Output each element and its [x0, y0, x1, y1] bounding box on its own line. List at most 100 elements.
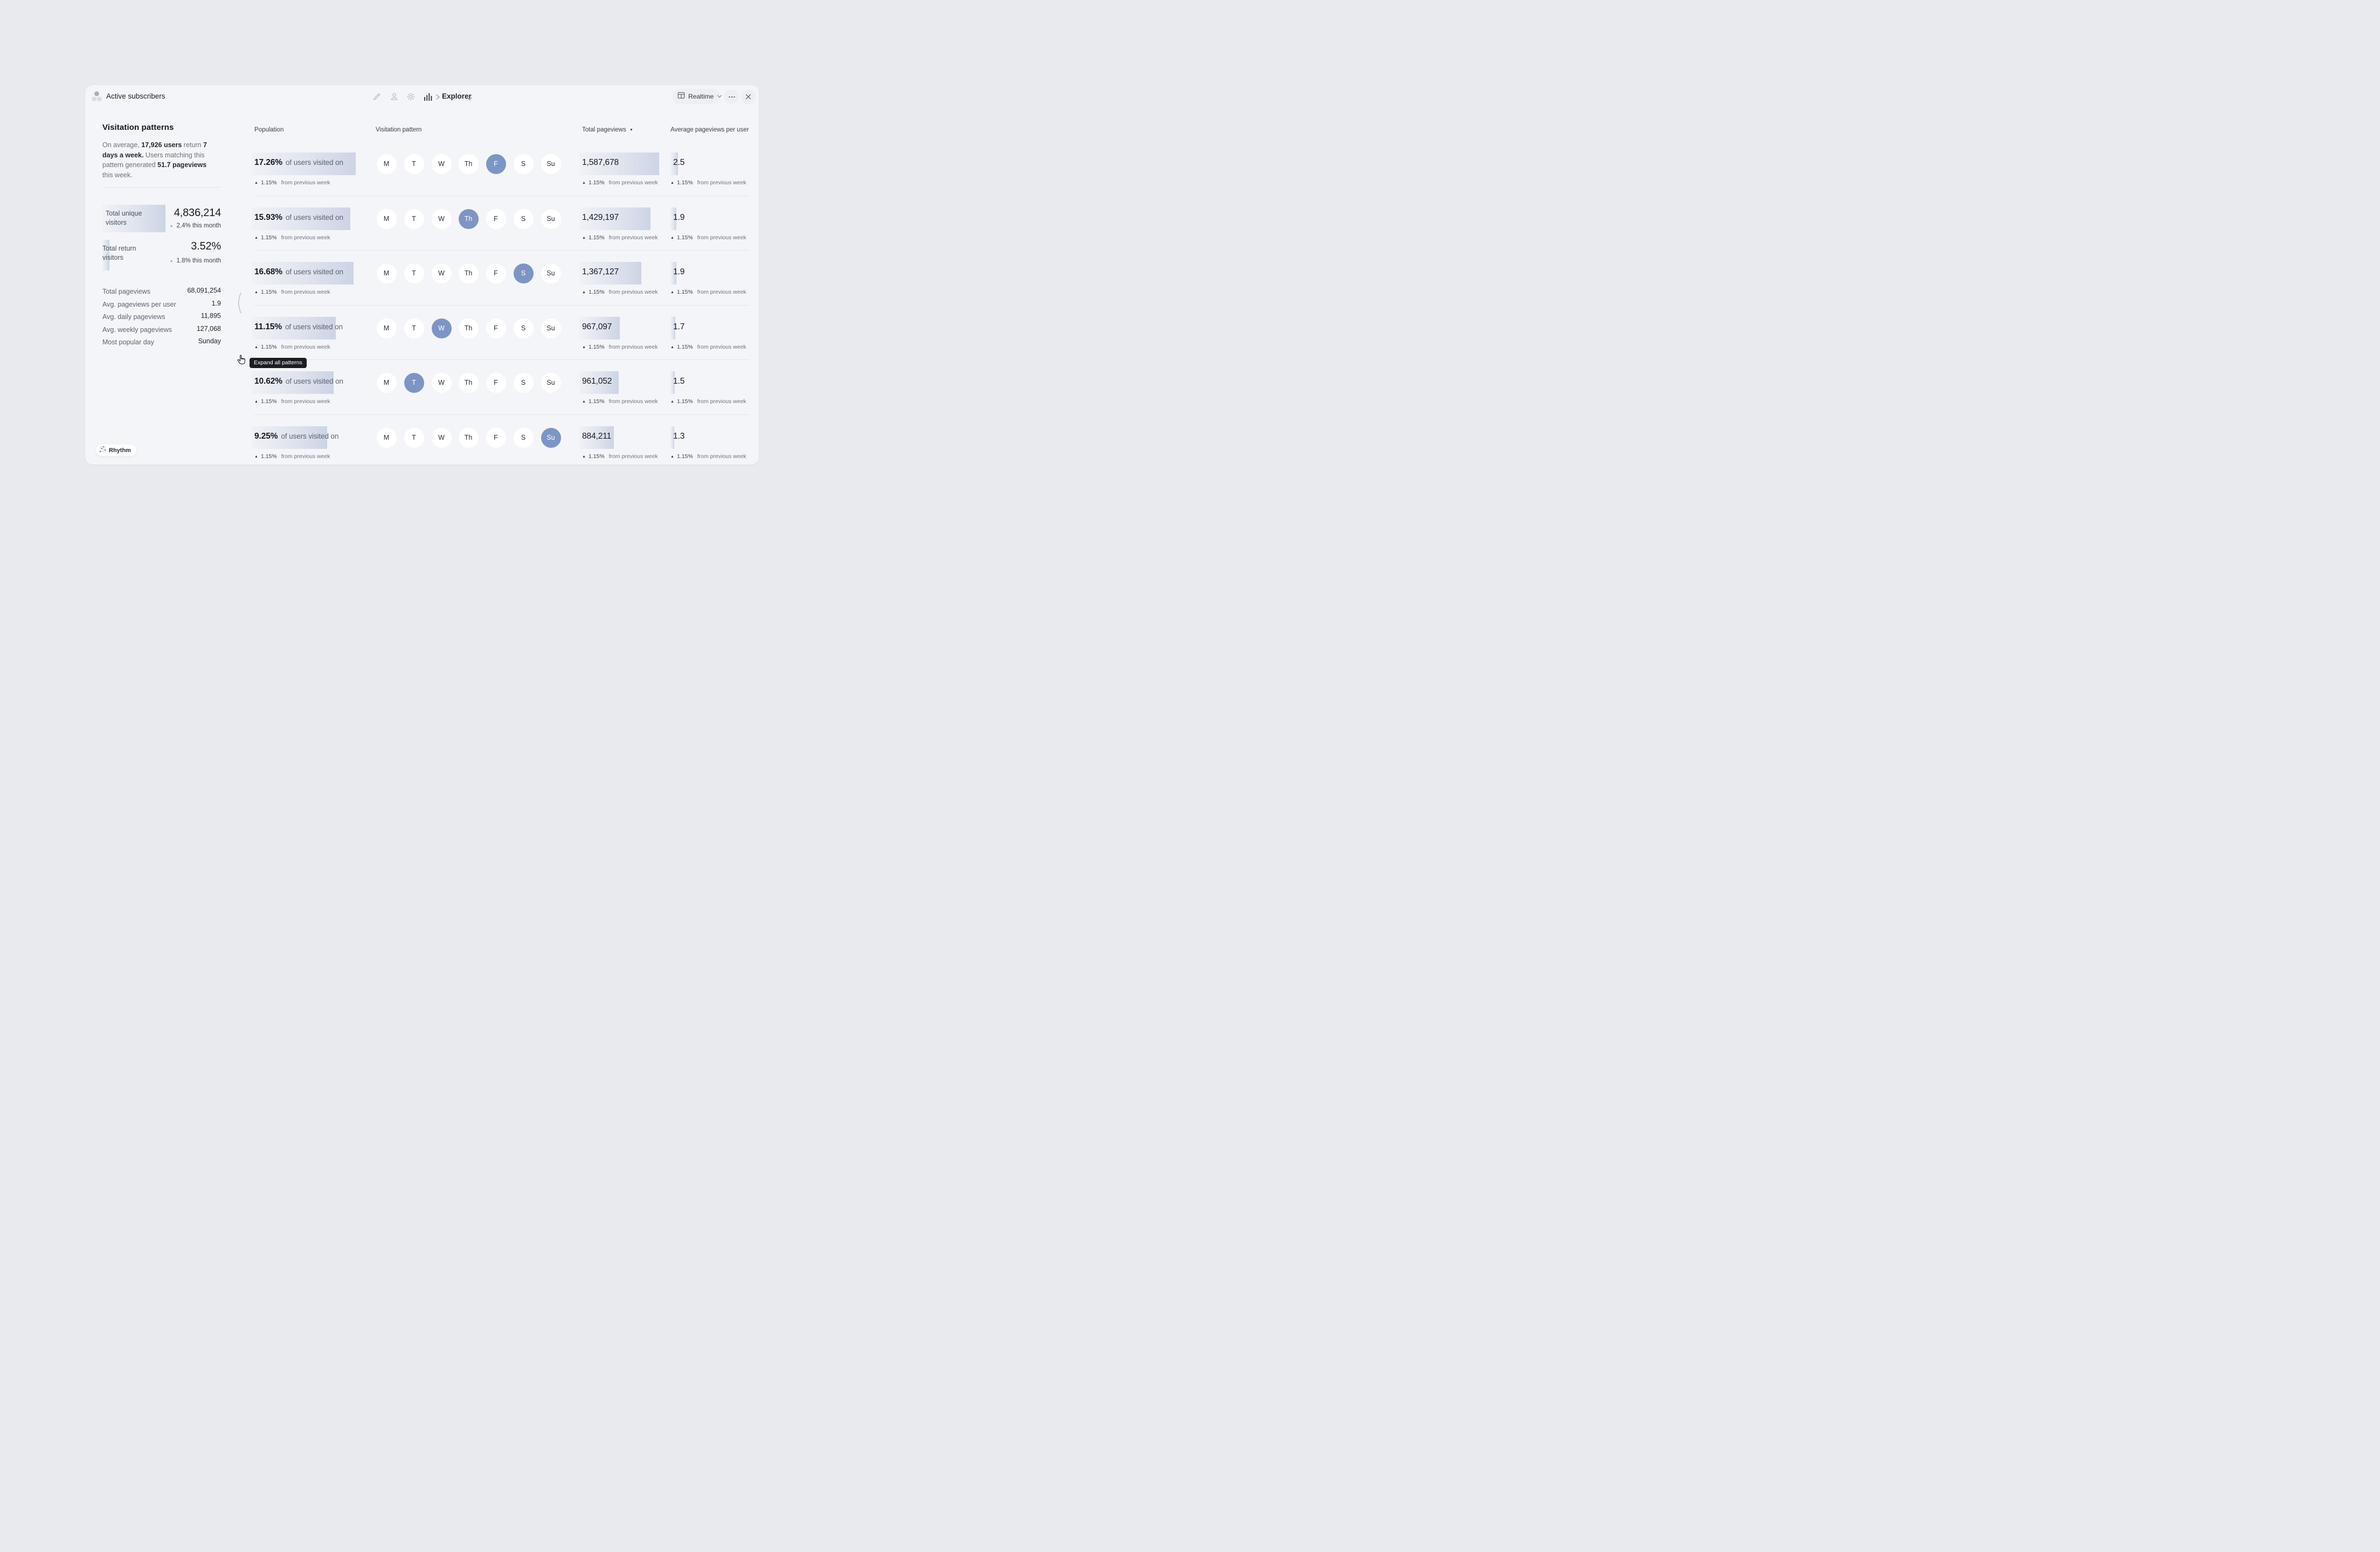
stat-list-item: Most popular daySunday — [102, 337, 221, 347]
day-circle-t[interactable]: T — [404, 318, 424, 338]
day-circle-s[interactable]: S — [514, 264, 534, 283]
day-circle-f[interactable]: F — [486, 318, 506, 338]
delta-line: ▲1.15% from previous week — [582, 289, 658, 295]
tooltip: Expand all patterns — [250, 358, 307, 368]
avg-pageviews-value: 1.5 — [673, 377, 684, 386]
stat-value: 3.52% — [191, 240, 221, 253]
ellipsis-icon — [728, 93, 736, 101]
population-suffix: of users visited on — [286, 377, 343, 385]
day-circle-su[interactable]: Su — [541, 428, 561, 448]
three-dots-cluster-logo — [92, 91, 102, 105]
day-circle-m[interactable]: M — [377, 154, 397, 174]
day-circle-w[interactable]: W — [432, 373, 452, 393]
hand-pointer-icon — [237, 355, 246, 368]
stat-list-label: Avg. daily pageviews — [102, 313, 165, 321]
day-circle-su[interactable]: Su — [541, 264, 561, 283]
gear-icon[interactable] — [406, 92, 416, 101]
day-circle-su[interactable]: Su — [541, 373, 561, 393]
day-circle-t[interactable]: T — [404, 154, 424, 174]
brand-badge[interactable]: Rhythm — [96, 445, 136, 456]
stat-list-label: Most popular day — [102, 338, 154, 346]
pageviews-value: 1,367,127 — [582, 267, 619, 277]
day-circle-s[interactable]: S — [514, 428, 534, 448]
day-circle-w[interactable]: W — [432, 209, 452, 229]
day-circle-f[interactable]: F — [486, 264, 506, 283]
day-circle-t[interactable]: T — [404, 264, 424, 283]
pencil-icon[interactable] — [372, 92, 382, 101]
chevron-down-icon[interactable] — [467, 94, 473, 104]
stat-list-item: Total pageviews 68,091,254 — [102, 287, 221, 296]
day-circle-f[interactable]: F — [486, 373, 506, 393]
stat-list-label: Total pageviews — [102, 288, 150, 295]
more-button[interactable] — [724, 89, 739, 104]
population-suffix: of users visited on — [286, 213, 343, 221]
population-value: 16.68%of users visited on — [254, 267, 343, 277]
stat-list-item: Avg. pageviews per user1.9 — [102, 300, 221, 309]
day-circle-m[interactable]: M — [377, 209, 397, 229]
day-circle-th[interactable]: Th — [459, 209, 479, 229]
pageviews-value: 967,097 — [582, 322, 612, 332]
day-circle-th[interactable]: Th — [459, 373, 479, 393]
day-circle-th[interactable]: Th — [459, 318, 479, 338]
day-circle-w[interactable]: W — [432, 264, 452, 283]
table-icon — [677, 92, 685, 102]
up-triangle-icon: ▲ — [254, 181, 258, 185]
day-circle-th[interactable]: Th — [459, 428, 479, 448]
stat-list-item: Avg. weekly pageviews127,068 — [102, 325, 221, 334]
day-circle-m[interactable]: M — [377, 264, 397, 283]
user-icon[interactable] — [390, 92, 399, 101]
day-circle-t[interactable]: T — [404, 209, 424, 229]
day-circle-s[interactable]: S — [514, 154, 534, 174]
row-divider — [254, 414, 749, 415]
population-value: 9.25%of users visited on — [254, 432, 338, 441]
avg-pageviews-value: 2.5 — [673, 158, 684, 168]
chevron-down-icon — [717, 92, 722, 101]
day-circle-m[interactable]: M — [377, 318, 397, 338]
day-circle-t[interactable]: T — [404, 373, 424, 393]
delta-line: ▲1.15% from previous week — [670, 398, 746, 405]
day-circle-f[interactable]: F — [486, 209, 506, 229]
day-circle-s[interactable]: S — [514, 318, 534, 338]
up-triangle-icon: ▲ — [254, 236, 258, 240]
sort-desc-triangle-icon: ▼ — [629, 128, 633, 132]
stat-label: Total unique visitors — [106, 209, 152, 227]
day-circle-su[interactable]: Su — [541, 154, 561, 174]
day-circle-th[interactable]: Th — [459, 154, 479, 174]
up-triangle-icon: ▲ — [582, 236, 586, 240]
up-triangle-icon: ▲ — [670, 181, 674, 185]
stat-value: 4,836,214 — [174, 207, 221, 219]
day-circle-w[interactable]: W — [432, 428, 452, 448]
sidebar-divider — [102, 187, 221, 188]
day-circle-m[interactable]: M — [377, 373, 397, 393]
day-circle-w[interactable]: W — [432, 154, 452, 174]
close-button[interactable] — [741, 89, 756, 104]
bar-chart-icon[interactable] — [424, 93, 433, 102]
realtime-label: Realtime — [688, 93, 714, 100]
chevron-right-icon — [435, 93, 440, 103]
day-circle-s[interactable]: S — [514, 373, 534, 393]
summary-paragraph: On average, 17,926 users return 7 days a… — [102, 140, 208, 180]
up-triangle-icon: ▲ — [582, 181, 586, 185]
delta-line: ▲1.15% from previous week — [254, 398, 330, 405]
row-divider — [254, 359, 749, 360]
day-circle-f[interactable]: F — [486, 154, 506, 174]
realtime-dropdown[interactable]: Realtime — [673, 89, 721, 104]
day-circle-m[interactable]: M — [377, 428, 397, 448]
collapse-bracket[interactable] — [235, 292, 242, 316]
stat-list-value: 68,091,254 — [187, 287, 221, 294]
day-circle-t[interactable]: T — [404, 428, 424, 448]
population-suffix: of users visited on — [281, 432, 338, 440]
delta-line: ▲1.15% from previous week — [582, 234, 658, 241]
stat-list-value: 11,895 — [201, 312, 221, 320]
brand-label: Rhythm — [109, 447, 131, 454]
col-header-total-pageviews[interactable]: Total pageviews ▼ — [582, 127, 633, 133]
day-circle-f[interactable]: F — [486, 428, 506, 448]
day-circle-th[interactable]: Th — [459, 264, 479, 283]
day-circle-su[interactable]: Su — [541, 209, 561, 229]
up-triangle-icon: ▲ — [582, 345, 586, 349]
day-circle-su[interactable]: Su — [541, 318, 561, 338]
delta-line: ▲1.15% from previous week — [670, 344, 746, 350]
day-circle-s[interactable]: S — [514, 209, 534, 229]
window-title: Active subscribers — [106, 92, 165, 100]
day-circle-w[interactable]: W — [432, 318, 452, 338]
